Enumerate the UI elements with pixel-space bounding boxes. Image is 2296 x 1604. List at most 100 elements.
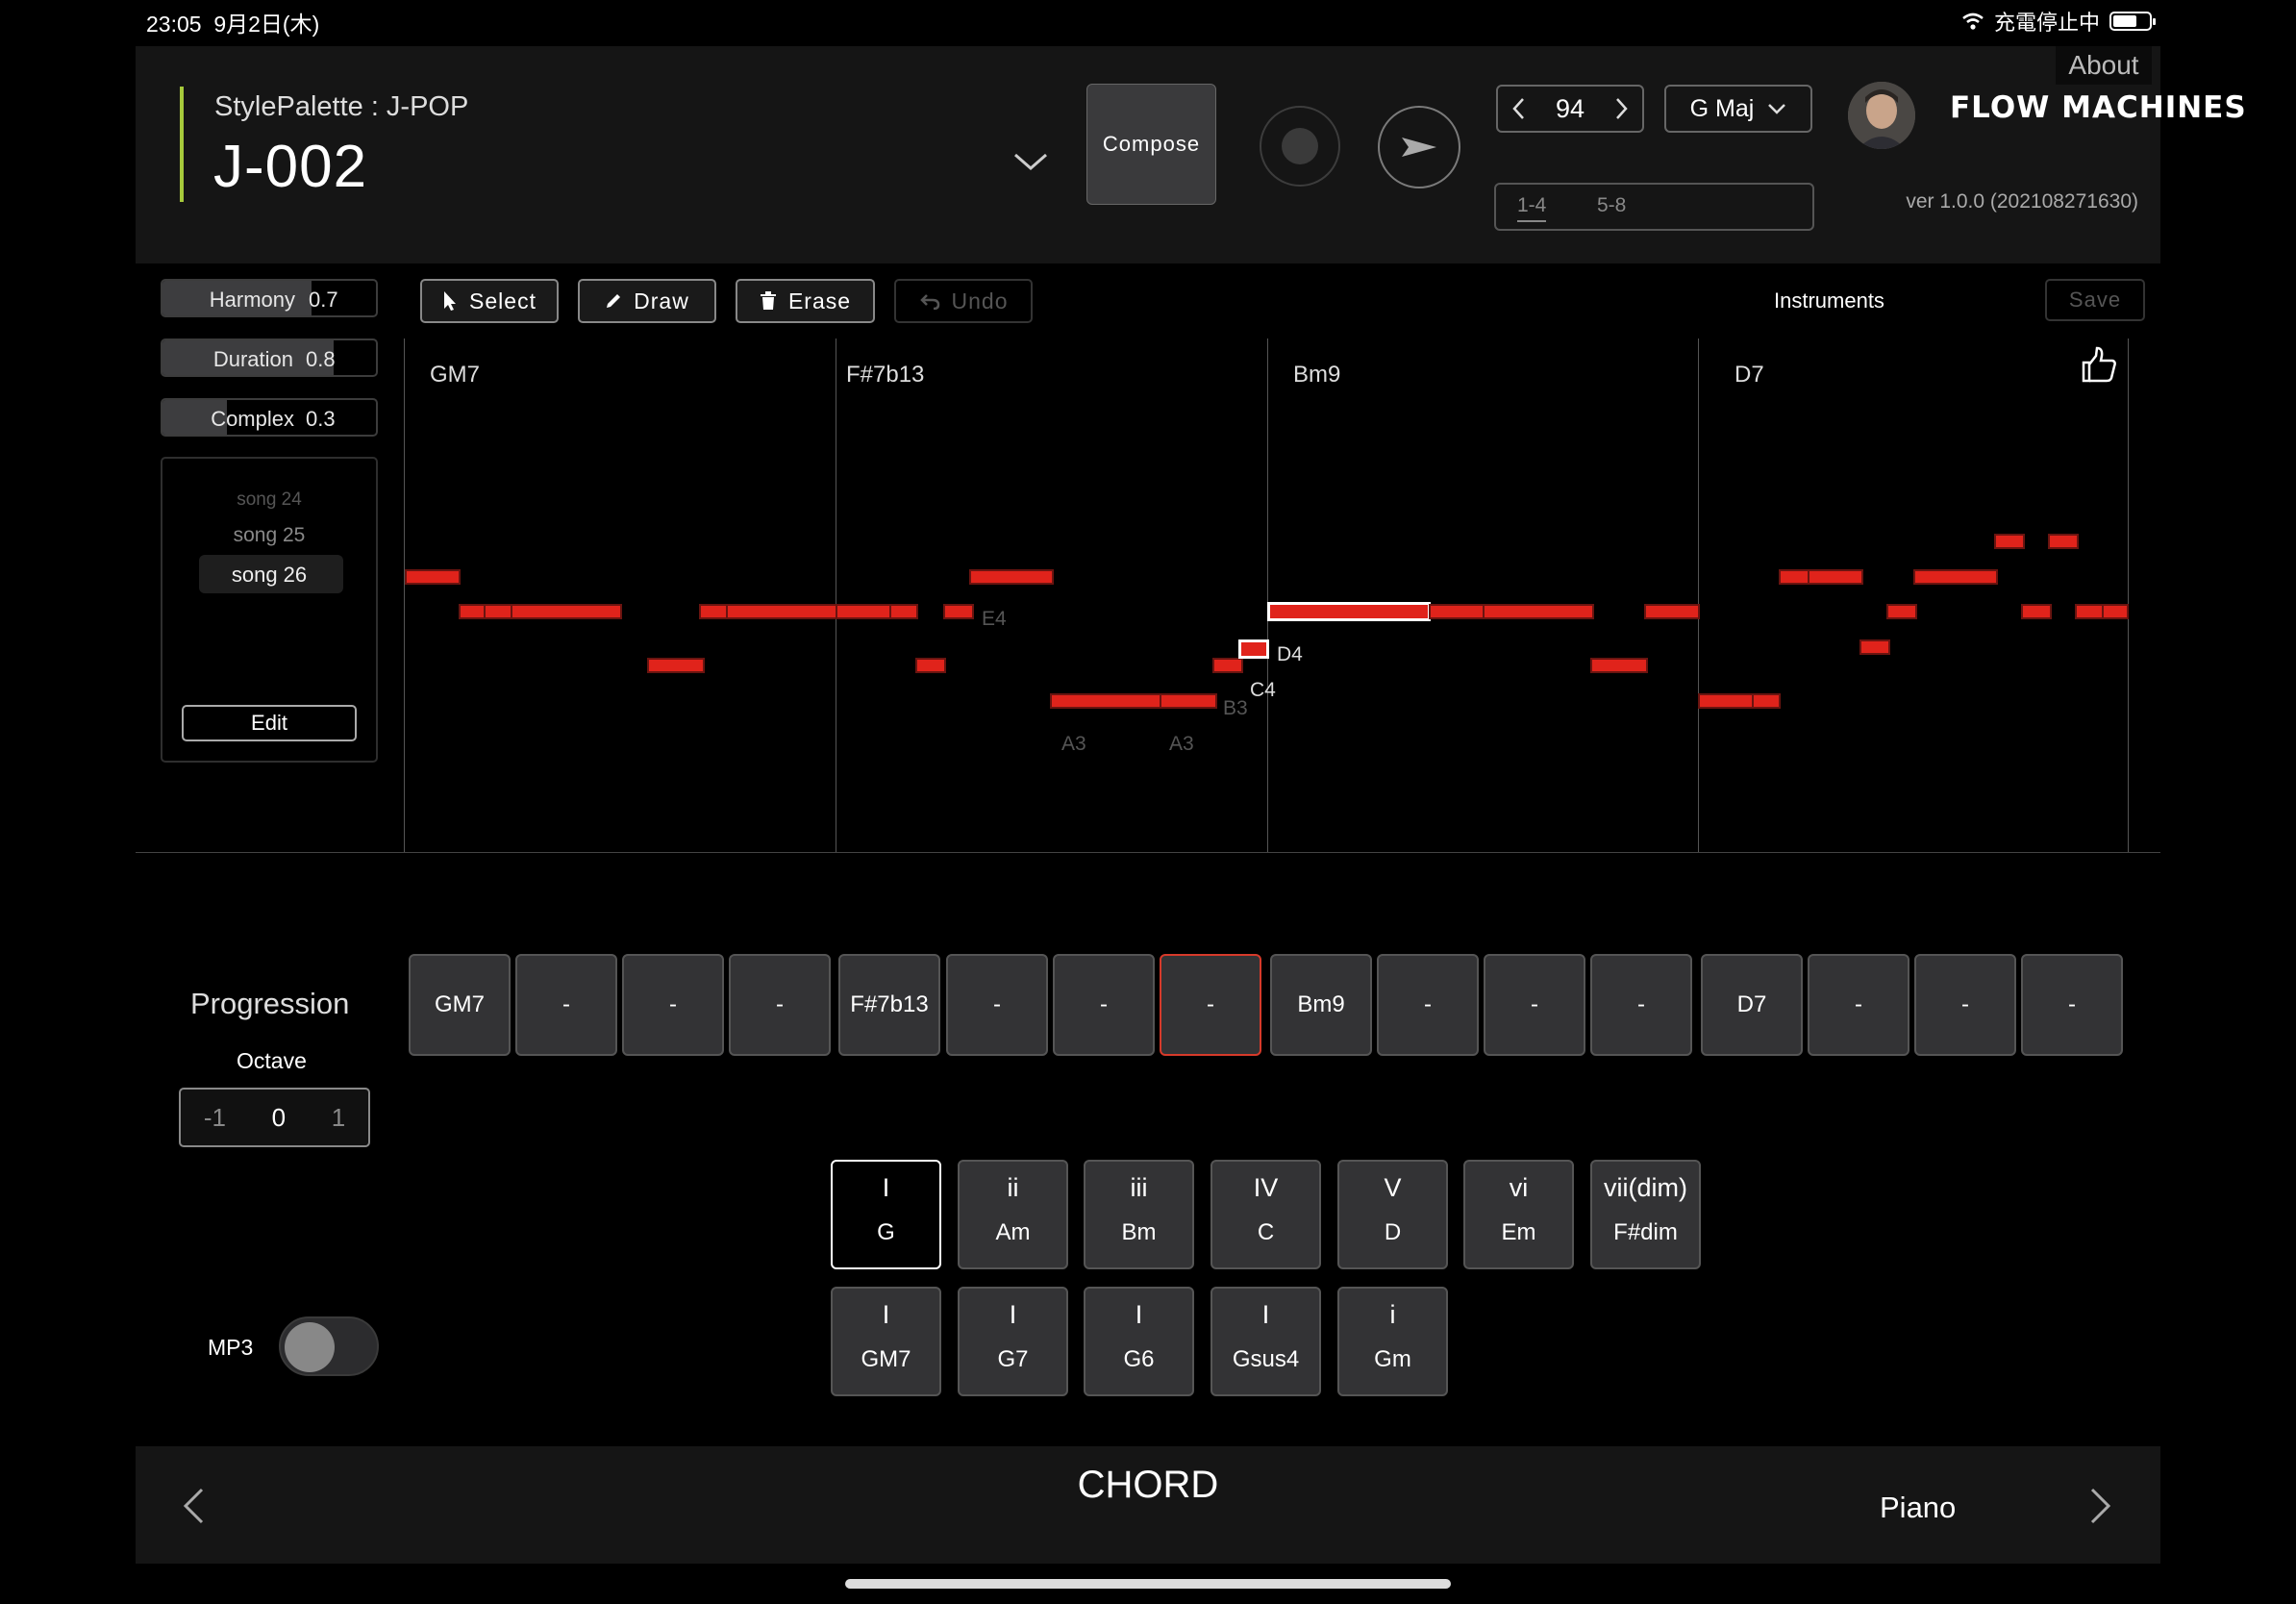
progression-slot[interactable]: - bbox=[729, 954, 831, 1056]
progression-slot[interactable]: - bbox=[946, 954, 1048, 1056]
octave-option[interactable]: 1 bbox=[332, 1103, 345, 1133]
note[interactable] bbox=[1590, 658, 1648, 673]
note[interactable] bbox=[1160, 693, 1217, 709]
duration-slider[interactable]: Duration 0.8 bbox=[161, 338, 378, 377]
chord-button[interactable]: VD bbox=[1337, 1160, 1448, 1269]
note[interactable] bbox=[2021, 604, 2052, 619]
compose-button[interactable]: Compose bbox=[1086, 84, 1216, 205]
progression-slot[interactable]: - bbox=[1914, 954, 2016, 1056]
note[interactable] bbox=[889, 604, 918, 619]
note[interactable] bbox=[405, 569, 461, 585]
chord-variation-button[interactable]: I G6 bbox=[1084, 1287, 1194, 1396]
undo-button[interactable]: Undo bbox=[894, 279, 1033, 323]
note[interactable] bbox=[699, 604, 728, 619]
home-indicator[interactable] bbox=[845, 1579, 1451, 1589]
chord-variation-button[interactable]: I GM7 bbox=[831, 1287, 941, 1396]
note[interactable] bbox=[511, 604, 622, 619]
progression-slot[interactable]: - bbox=[2021, 954, 2123, 1056]
instruments-button[interactable]: Instruments bbox=[1774, 288, 1884, 313]
progression-slot[interactable]: - bbox=[1590, 954, 1692, 1056]
chord-button[interactable]: iii Bm bbox=[1084, 1160, 1194, 1269]
note[interactable] bbox=[969, 569, 1054, 585]
draw-tool-button[interactable]: Draw bbox=[578, 279, 716, 323]
note[interactable] bbox=[1698, 693, 1754, 709]
note[interactable] bbox=[1429, 604, 1486, 619]
progression-slot[interactable]: - bbox=[1053, 954, 1155, 1056]
harmony-slider[interactable]: Harmony 0.7 bbox=[161, 279, 378, 317]
chevron-right-icon[interactable] bbox=[2088, 1487, 2113, 1525]
chord-button[interactable]: IV C bbox=[1210, 1160, 1321, 1269]
octave-option[interactable]: -1 bbox=[204, 1103, 226, 1133]
instrument-label: Piano bbox=[1880, 1491, 1957, 1524]
chord-variation-button[interactable]: I Gsus4 bbox=[1210, 1287, 1321, 1396]
list-item-selected[interactable]: song 26 bbox=[162, 563, 376, 588]
note[interactable] bbox=[1886, 604, 1917, 619]
edit-button[interactable]: Edit bbox=[182, 705, 357, 741]
chevron-down-icon[interactable] bbox=[1011, 147, 1050, 176]
erase-tool-button[interactable]: Erase bbox=[736, 279, 875, 323]
chord-button-selected[interactable]: IG bbox=[831, 1160, 941, 1269]
chord-button[interactable]: ii Am bbox=[958, 1160, 1068, 1269]
list-item[interactable]: song 24 bbox=[162, 489, 376, 511]
key-select[interactable]: G Maj bbox=[1664, 85, 1812, 133]
octave-option-selected[interactable]: 0 bbox=[272, 1103, 286, 1133]
chord-variation-button[interactable]: i Gm bbox=[1337, 1287, 1448, 1396]
note[interactable] bbox=[1212, 658, 1243, 673]
chord-button[interactable]: vi Em bbox=[1463, 1160, 1574, 1269]
note[interactable] bbox=[1644, 604, 1700, 619]
progression-slot[interactable]: - bbox=[622, 954, 724, 1056]
thumbs-up-icon[interactable] bbox=[2080, 346, 2118, 385]
note[interactable] bbox=[836, 604, 891, 619]
note[interactable] bbox=[915, 658, 946, 673]
note[interactable] bbox=[726, 604, 837, 619]
tab-bars-1-4[interactable]: 1-4 bbox=[1517, 194, 1547, 222]
complex-slider[interactable]: Complex 0.3 bbox=[161, 398, 378, 437]
list-item[interactable]: song 25 bbox=[162, 524, 376, 547]
select-tool-button[interactable]: Select bbox=[420, 279, 559, 323]
note[interactable] bbox=[1859, 639, 1890, 655]
note[interactable] bbox=[1483, 604, 1594, 619]
tempo-stepper[interactable]: 94 bbox=[1496, 85, 1644, 133]
piano-roll[interactable]: GM7 F#7b13 Bm9 D7 E4 D4 C4 B3 A3 A3 bbox=[404, 338, 2129, 853]
progression-slot-active[interactable]: - bbox=[1160, 954, 1261, 1056]
progression-slot[interactable]: GM7 bbox=[409, 954, 511, 1056]
progression-slot[interactable]: - bbox=[1808, 954, 1909, 1056]
note[interactable] bbox=[2102, 604, 2129, 619]
charging-status: 充電停止中 bbox=[1993, 11, 2100, 35]
progression-slot[interactable]: - bbox=[515, 954, 617, 1056]
chord-variation-button[interactable]: I G7 bbox=[958, 1287, 1068, 1396]
note-selected[interactable] bbox=[1238, 639, 1269, 659]
note[interactable] bbox=[1913, 569, 1998, 585]
note[interactable] bbox=[2048, 534, 2079, 549]
note[interactable] bbox=[1808, 569, 1863, 585]
note-label: E4 bbox=[982, 608, 1007, 630]
chevron-down-icon bbox=[1768, 104, 1786, 114]
note[interactable] bbox=[1752, 693, 1781, 709]
note[interactable] bbox=[1050, 693, 1161, 709]
play-button[interactable] bbox=[1378, 106, 1460, 188]
progression-slot[interactable]: D7 bbox=[1701, 954, 1803, 1056]
progression-slot[interactable]: - bbox=[1484, 954, 1585, 1056]
note[interactable] bbox=[1779, 569, 1809, 585]
progression-slot[interactable]: Bm9 bbox=[1270, 954, 1372, 1056]
avatar[interactable] bbox=[1848, 82, 1915, 149]
mp3-toggle[interactable] bbox=[279, 1316, 379, 1376]
note[interactable] bbox=[459, 604, 486, 619]
note-selected[interactable] bbox=[1267, 602, 1431, 621]
chevron-right-icon[interactable] bbox=[1615, 97, 1629, 120]
chord-button[interactable]: vii(dim) F#dim bbox=[1590, 1160, 1701, 1269]
cursor-icon bbox=[444, 291, 457, 311]
note[interactable] bbox=[1994, 534, 2025, 549]
roll-chord-label: F#7b13 bbox=[846, 362, 925, 388]
record-button[interactable] bbox=[1260, 106, 1340, 187]
note[interactable] bbox=[647, 658, 705, 673]
progression-slot[interactable]: - bbox=[1377, 954, 1479, 1056]
tab-bars-5-8[interactable]: 5-8 bbox=[1597, 194, 1626, 217]
about-button[interactable]: About bbox=[2056, 46, 2152, 85]
save-button[interactable]: Save bbox=[2045, 279, 2145, 321]
note[interactable] bbox=[484, 604, 512, 619]
note[interactable] bbox=[943, 604, 974, 619]
chevron-left-icon[interactable] bbox=[1511, 97, 1525, 120]
progression-slot[interactable]: F#7b13 bbox=[838, 954, 940, 1056]
octave-selector[interactable]: -1 0 1 bbox=[179, 1088, 370, 1147]
